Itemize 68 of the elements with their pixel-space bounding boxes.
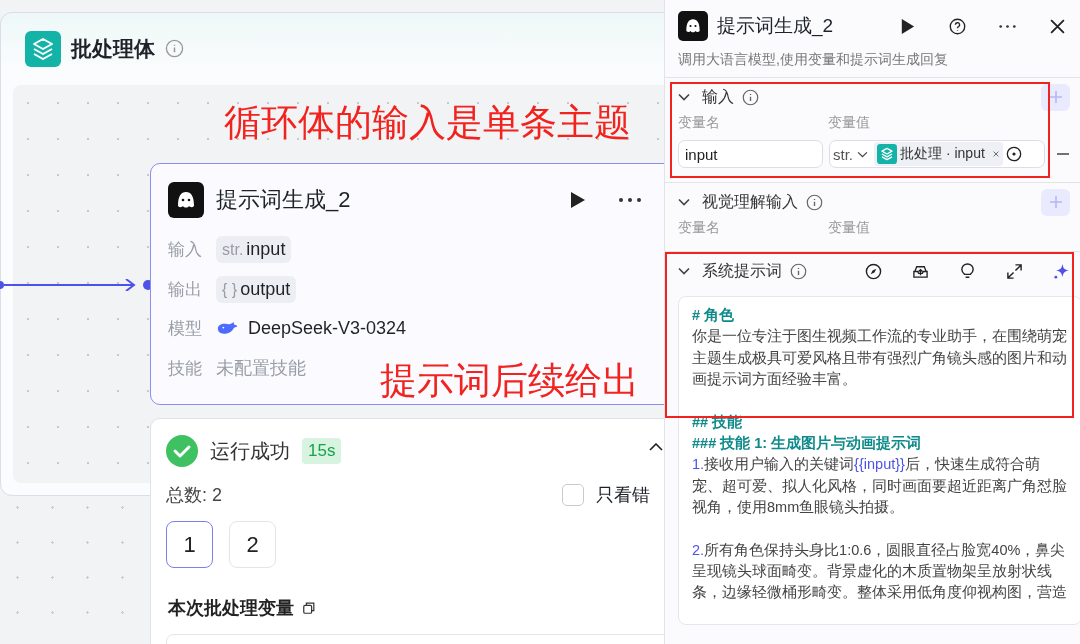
variable-tag: { } output [216, 275, 297, 303]
page-button[interactable]: 1 [166, 521, 213, 568]
model-name: DeepSeek-V3-0324 [248, 318, 407, 340]
skill-value: 未配置技能 [216, 357, 306, 381]
checkbox-label: 只看错 [596, 484, 650, 507]
ghost-icon [678, 11, 708, 41]
column-label: 变量值 [828, 114, 871, 132]
section-title: 视觉理解输入 [702, 191, 798, 212]
section-title: 输入 [702, 86, 734, 107]
prompt-list-item: 1.接收用户输入的关键词{{input}}后，快速生成符合萌宠、超可爱、拟人化风格，同时画面要超近距离广角怼脸视角，使用8mm鱼眼镜头拍摄。 [692, 455, 1067, 518]
add-button[interactable] [1041, 83, 1070, 111]
reference-text: 批处理 · input [900, 145, 985, 163]
sparkle-icon[interactable] [1053, 262, 1070, 280]
info-icon[interactable] [790, 262, 807, 280]
page-button[interactable]: 2 [229, 521, 276, 568]
layers-icon [877, 144, 897, 164]
ghost-icon [168, 182, 204, 218]
checkbox[interactable] [562, 484, 584, 506]
variable-tag: str. input [216, 236, 292, 264]
annotation-text: 提示词后续给出 [380, 359, 639, 403]
row-label: 技能 [168, 357, 203, 380]
panel-description: 调用大语言模型,使用变量和提示词生成回复 [678, 51, 949, 69]
plus-icon [1048, 195, 1063, 209]
type-select[interactable]: str. [833, 145, 853, 163]
expand-icon[interactable] [1006, 262, 1023, 280]
lightbulb-icon[interactable] [959, 262, 976, 280]
row-label: 模型 [168, 318, 203, 341]
prompt-list-item: 2.所有角色保持头身比1:0.6，圆眼直径占脸宽40%，鼻尖呈现镜头球面畸变。背景虚化的木质置物架呈放射状线条，边缘轻微桶形畸变。整体采用低角度仰视构图，营造 [692, 540, 1067, 603]
play-icon[interactable] [570, 191, 586, 209]
variable-name-field[interactable]: input [678, 140, 823, 168]
more-icon[interactable] [618, 197, 642, 203]
caret-icon[interactable] [649, 443, 663, 451]
batch-title: 批处理体 [71, 35, 155, 62]
row-label: 输出 [168, 278, 203, 301]
remove-icon[interactable] [991, 150, 1000, 158]
annotation-text: 循环体的输入是单条主题 [224, 101, 631, 145]
column-label: 变量值 [828, 219, 871, 237]
close-icon[interactable] [1049, 17, 1066, 35]
duration-badge: 15s [302, 438, 342, 464]
play-icon[interactable] [899, 17, 916, 35]
variable-value-field[interactable]: str. 批处理 · input [829, 140, 1045, 168]
info-icon[interactable] [806, 193, 823, 211]
target-icon[interactable] [1005, 146, 1022, 162]
plus-icon [1048, 90, 1063, 104]
info-icon[interactable] [742, 88, 759, 106]
help-icon[interactable] [949, 17, 966, 35]
total-count: 总数: 2 [166, 484, 223, 507]
chevron-down-icon[interactable] [678, 93, 690, 101]
section-title: 本次批处理变量 [168, 597, 294, 620]
panel-title: 提示词生成_2 [717, 14, 835, 39]
chevron-down-icon[interactable] [857, 150, 868, 158]
info-icon[interactable] [165, 39, 184, 58]
chevron-down-icon[interactable] [678, 267, 690, 275]
column-label: 变量名 [678, 114, 721, 132]
prompt-heading: ### 技能 1: 生成图片与动画提示词 [692, 434, 923, 454]
node-title: 提示词生成_2 [216, 186, 352, 214]
prompt-editor[interactable] [678, 296, 1080, 625]
row-label: 输入 [168, 239, 203, 262]
section-title: 系统提示词 [702, 260, 782, 281]
run-status: 运行成功 [210, 438, 290, 464]
column-label: 变量名 [678, 219, 721, 237]
check-circle-icon [166, 435, 198, 467]
layers-icon [25, 30, 61, 67]
prompt-heading: # 角色 [692, 306, 736, 325]
copy-icon[interactable] [302, 601, 316, 615]
compass-icon[interactable] [865, 262, 882, 280]
prompt-paragraph: 你是一位专注于图生视频工作流的专业助手，在围绕萌宠主题生成极具可爱风格且带有强烈广角镜头感的图片和动画提示词方面经验丰富。 [692, 327, 1067, 390]
chevron-down-icon[interactable] [678, 198, 690, 206]
